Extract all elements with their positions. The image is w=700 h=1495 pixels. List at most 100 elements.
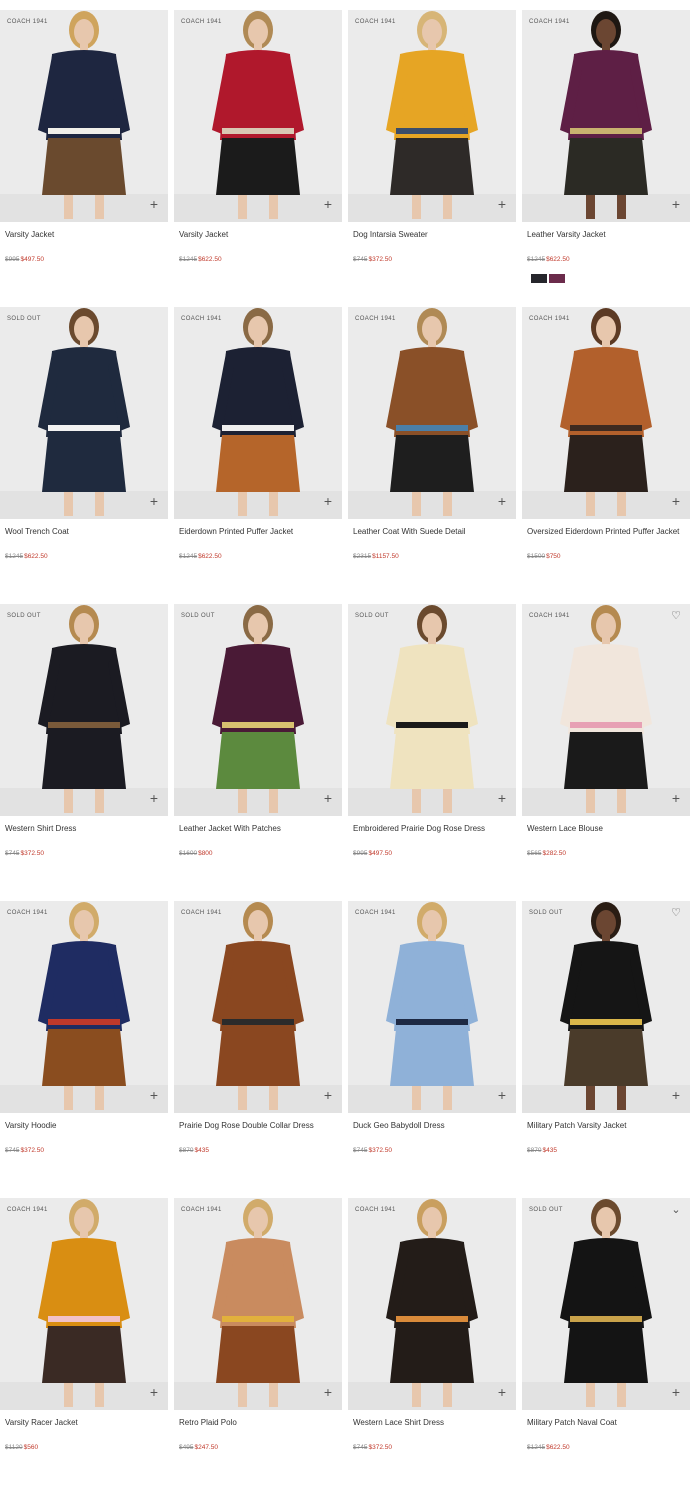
chevron-down-icon[interactable]: ⌄ xyxy=(670,1204,682,1216)
product-name[interactable]: Varsity Racer Jacket xyxy=(5,1418,78,1427)
product-card[interactable]: COACH 1941 + Leather Coat With Suede Det… xyxy=(348,307,516,604)
product-card[interactable]: SOLD OUT + Wool Trench Coat $1245$622.50 xyxy=(0,307,168,604)
plus-icon[interactable]: + xyxy=(670,494,682,508)
product-card[interactable]: COACH 1941 + Eiderdown Printed Puffer Ja… xyxy=(174,307,342,604)
product-card[interactable]: SOLD OUT + ⌄ Military Patch Naval Coat $… xyxy=(522,1198,690,1495)
product-price: $745$372.50 xyxy=(353,1147,392,1154)
product-name[interactable]: Military Patch Naval Coat xyxy=(527,1418,617,1427)
plus-icon[interactable]: + xyxy=(670,1088,682,1102)
heart-icon[interactable]: ♡ xyxy=(670,907,682,919)
plus-icon[interactable]: + xyxy=(322,1385,334,1399)
product-name[interactable]: Varsity Jacket xyxy=(179,230,228,239)
plus-icon[interactable]: + xyxy=(148,1088,160,1102)
plus-icon[interactable]: + xyxy=(670,1385,682,1399)
model-figure xyxy=(212,902,304,1110)
heart-icon[interactable]: ♡ xyxy=(670,610,682,622)
color-swatch-black[interactable] xyxy=(531,274,547,283)
product-image[interactable]: SOLD OUT + xyxy=(0,307,168,519)
product-name[interactable]: Western Lace Blouse xyxy=(527,824,603,833)
product-name[interactable]: Varsity Hoodie xyxy=(5,1121,56,1130)
product-badge: COACH 1941 xyxy=(355,910,396,916)
product-image[interactable]: SOLD OUT + ⌄ xyxy=(522,1198,690,1410)
product-image[interactable]: COACH 1941 + xyxy=(0,1198,168,1410)
product-name[interactable]: Embroidered Prairie Dog Rose Dress xyxy=(353,824,485,833)
product-image[interactable]: COACH 1941 + xyxy=(174,307,342,519)
plus-icon[interactable]: + xyxy=(670,197,682,211)
product-name[interactable]: Dog Intarsia Sweater xyxy=(353,230,428,239)
plus-icon[interactable]: + xyxy=(148,791,160,805)
sale-price: $435 xyxy=(194,1147,209,1154)
plus-icon[interactable]: + xyxy=(322,1088,334,1102)
product-name[interactable]: Western Lace Shirt Dress xyxy=(353,1418,444,1427)
product-image[interactable]: COACH 1941 + xyxy=(522,10,690,222)
product-name[interactable]: Wool Trench Coat xyxy=(5,527,69,536)
product-image[interactable]: COACH 1941 + xyxy=(174,1198,342,1410)
product-image[interactable]: COACH 1941 + xyxy=(522,307,690,519)
product-name[interactable]: Western Shirt Dress xyxy=(5,824,76,833)
product-card[interactable]: COACH 1941 + Varsity Racer Jacket $1120$… xyxy=(0,1198,168,1495)
product-card[interactable]: COACH 1941 + Dog Intarsia Sweater $745$3… xyxy=(348,10,516,307)
plus-icon[interactable]: + xyxy=(148,494,160,508)
product-image[interactable]: SOLD OUT + xyxy=(174,604,342,816)
plus-icon[interactable]: + xyxy=(148,1385,160,1399)
product-card[interactable]: SOLD OUT + Leather Jacket With Patches $… xyxy=(174,604,342,901)
plus-icon[interactable]: + xyxy=(496,1385,508,1399)
plus-icon[interactable]: + xyxy=(496,1088,508,1102)
product-name[interactable]: Prairie Dog Rose Double Collar Dress xyxy=(179,1121,314,1130)
color-swatch-plum[interactable] xyxy=(549,274,565,283)
product-image[interactable]: COACH 1941 + xyxy=(0,901,168,1113)
product-image[interactable]: COACH 1941 + xyxy=(174,901,342,1113)
product-image[interactable]: COACH 1941 + xyxy=(348,10,516,222)
product-card[interactable]: COACH 1941 + Varsity Jacket $995$497.50 xyxy=(0,10,168,307)
plus-icon[interactable]: + xyxy=(322,494,334,508)
product-card[interactable]: COACH 1941 + Western Lace Shirt Dress $7… xyxy=(348,1198,516,1495)
plus-icon[interactable]: + xyxy=(496,197,508,211)
model-figure xyxy=(212,11,304,219)
plus-icon[interactable]: + xyxy=(322,791,334,805)
plus-icon[interactable]: + xyxy=(148,197,160,211)
product-card[interactable]: COACH 1941 + Prairie Dog Rose Double Col… xyxy=(174,901,342,1198)
product-card[interactable]: COACH 1941 + Retro Plaid Polo $495$247.5… xyxy=(174,1198,342,1495)
plus-icon[interactable]: + xyxy=(496,791,508,805)
product-card[interactable]: COACH 1941 + ♡ Western Lace Blouse $565$… xyxy=(522,604,690,901)
product-image[interactable]: SOLD OUT + xyxy=(348,604,516,816)
product-image[interactable]: COACH 1941 + ♡ xyxy=(522,604,690,816)
product-name[interactable]: Leather Coat With Suede Detail xyxy=(353,527,466,536)
model-figure xyxy=(560,11,652,219)
plus-icon[interactable]: + xyxy=(496,494,508,508)
original-price: $870 xyxy=(179,1147,194,1154)
product-name[interactable]: Leather Varsity Jacket xyxy=(527,230,606,239)
product-image[interactable]: COACH 1941 + xyxy=(348,901,516,1113)
product-card[interactable]: SOLD OUT + Western Shirt Dress $745$372.… xyxy=(0,604,168,901)
product-name[interactable]: Duck Geo Babydoll Dress xyxy=(353,1121,445,1130)
product-name[interactable]: Military Patch Varsity Jacket xyxy=(527,1121,626,1130)
original-price: $1120 xyxy=(5,1444,23,1451)
product-price: $995$497.50 xyxy=(353,850,392,857)
product-card[interactable]: COACH 1941 + Duck Geo Babydoll Dress $74… xyxy=(348,901,516,1198)
product-card[interactable]: COACH 1941 + Varsity Hoodie $745$372.50 xyxy=(0,901,168,1198)
product-image[interactable]: SOLD OUT + xyxy=(0,604,168,816)
product-card[interactable]: COACH 1941 + Oversized Eiderdown Printed… xyxy=(522,307,690,604)
product-image[interactable]: SOLD OUT + ♡ xyxy=(522,901,690,1113)
product-price: $870$435 xyxy=(527,1147,557,1154)
sale-price: $622.50 xyxy=(546,256,570,263)
plus-icon[interactable]: + xyxy=(670,791,682,805)
product-price: $1245$622.50 xyxy=(5,553,48,560)
product-name[interactable]: Retro Plaid Polo xyxy=(179,1418,237,1427)
product-name[interactable]: Eiderdown Printed Puffer Jacket xyxy=(179,527,293,536)
product-name[interactable]: Varsity Jacket xyxy=(5,230,54,239)
product-image[interactable]: COACH 1941 + xyxy=(348,1198,516,1410)
product-card[interactable]: COACH 1941 + Varsity Jacket $1245$622.50 xyxy=(174,10,342,307)
model-figure xyxy=(212,1199,304,1407)
model-figure xyxy=(38,605,130,813)
product-card[interactable]: SOLD OUT + Embroidered Prairie Dog Rose … xyxy=(348,604,516,901)
plus-icon[interactable]: + xyxy=(322,197,334,211)
product-image[interactable]: COACH 1941 + xyxy=(174,10,342,222)
product-name[interactable]: Oversized Eiderdown Printed Puffer Jacke… xyxy=(527,527,679,536)
product-card[interactable]: SOLD OUT + ♡ Military Patch Varsity Jack… xyxy=(522,901,690,1198)
product-name[interactable]: Leather Jacket With Patches xyxy=(179,824,281,833)
product-image[interactable]: COACH 1941 + xyxy=(348,307,516,519)
product-image[interactable]: COACH 1941 + xyxy=(0,10,168,222)
product-card[interactable]: COACH 1941 + Leather Varsity Jacket $124… xyxy=(522,10,690,307)
original-price: $745 xyxy=(5,1147,20,1154)
